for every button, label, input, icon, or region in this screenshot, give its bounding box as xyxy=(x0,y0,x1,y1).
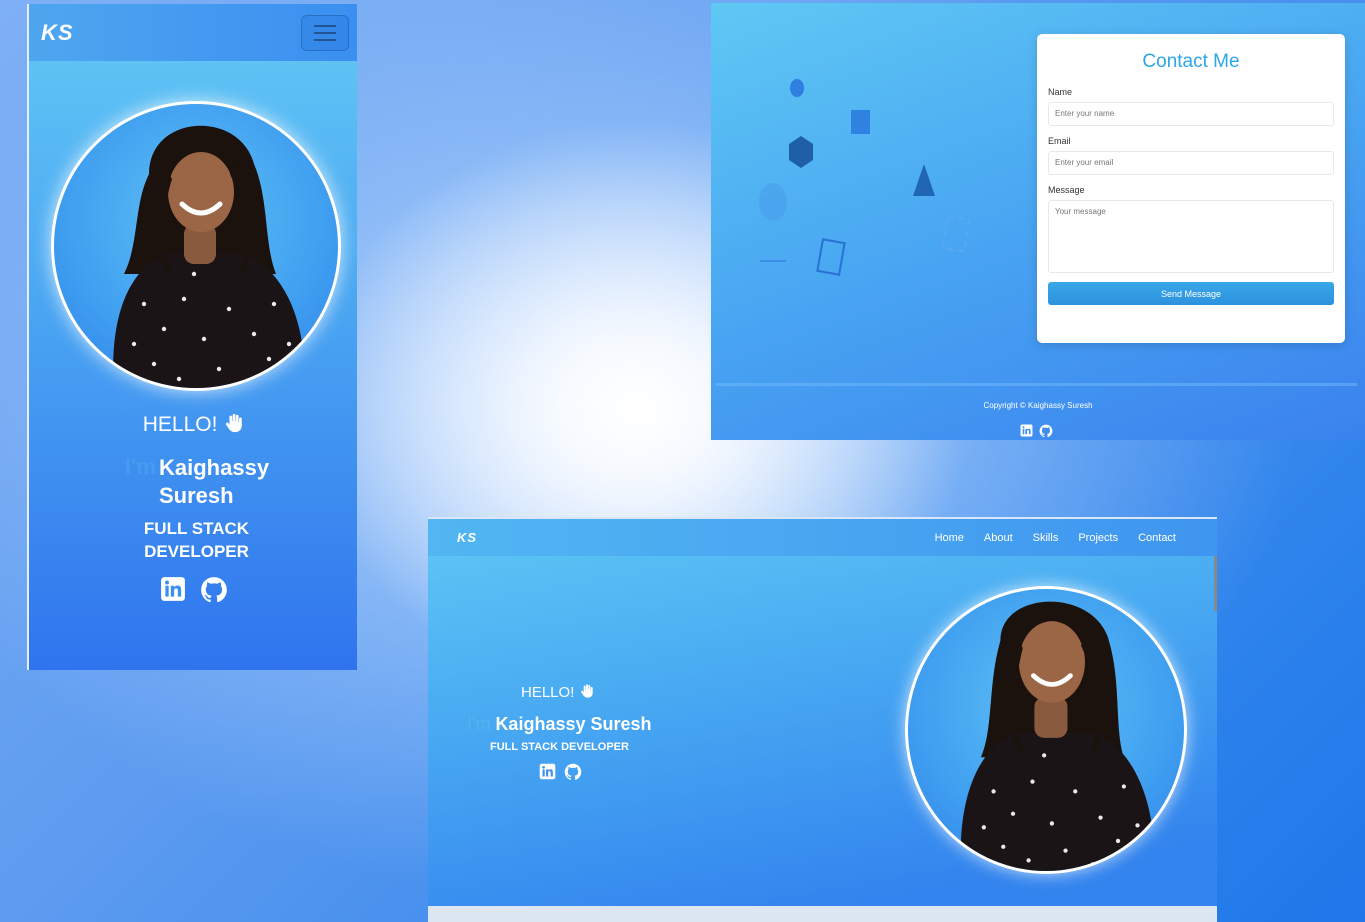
desktop-profile-photo xyxy=(905,586,1187,874)
footer-social-links xyxy=(1020,424,1053,438)
shape-outline-square xyxy=(816,238,846,276)
mobile-navbar: KS xyxy=(29,4,357,61)
desktop-role: FULL STACK DEVELOPER xyxy=(490,741,629,753)
mobile-profile-photo xyxy=(51,101,341,391)
contact-section-preview: Contact Me Name Enter your name Email En… xyxy=(711,3,1365,440)
name-field[interactable]: Enter your name xyxy=(1048,102,1334,126)
mobile-logo[interactable]: KS xyxy=(41,20,74,46)
message-field[interactable]: Your message xyxy=(1048,200,1334,273)
scrollbar[interactable] xyxy=(1214,556,1217,611)
nav-home[interactable]: Home xyxy=(935,532,964,544)
desktop-hello-heading: HELLO! xyxy=(521,683,595,701)
desktop-nav-menu: Home About Skills Projects Contact xyxy=(935,532,1176,544)
mobile-im-text: I'm xyxy=(125,454,156,479)
shape-triangle xyxy=(913,164,935,196)
nav-about[interactable]: About xyxy=(984,532,1013,544)
wave-hand-icon xyxy=(226,413,243,433)
mobile-preview: KS HELLO! I'm Kaighassy Suresh FULL STAC… xyxy=(27,4,357,670)
menu-icon[interactable] xyxy=(301,14,349,51)
shape-hexagon xyxy=(789,136,813,168)
person-illustration xyxy=(113,125,305,388)
linkedin-icon[interactable] xyxy=(539,763,556,780)
shape-ellipse xyxy=(790,79,804,97)
github-icon[interactable] xyxy=(564,763,582,781)
message-label: Message xyxy=(1048,185,1085,195)
nav-skills[interactable]: Skills xyxy=(1033,532,1059,544)
footer-divider xyxy=(716,383,1357,386)
nav-contact[interactable]: Contact xyxy=(1138,532,1176,544)
copyright-text: Copyright © Kaighassy Suresh xyxy=(983,401,1093,410)
desktop-logo[interactable]: KS xyxy=(457,530,477,545)
send-message-button[interactable]: Send Message xyxy=(1048,282,1334,305)
desktop-preview: KS Home About Skills Projects Contact HE… xyxy=(428,517,1217,922)
mobile-social-links xyxy=(160,576,228,604)
shape-dashed-square xyxy=(941,215,971,253)
linkedin-icon[interactable] xyxy=(1020,424,1033,437)
mobile-name: Kaighassy Suresh xyxy=(159,455,270,508)
email-field[interactable]: Enter your email xyxy=(1048,151,1334,175)
desktop-name: I'm Kaighassy Suresh xyxy=(467,714,652,734)
desktop-navbar: KS Home About Skills Projects Contact xyxy=(428,519,1217,556)
mobile-hello-heading: HELLO! xyxy=(29,412,357,437)
wave-hand-icon xyxy=(580,684,593,698)
nav-projects[interactable]: Projects xyxy=(1078,532,1118,544)
shape-square xyxy=(851,110,870,134)
next-section-edge xyxy=(428,906,1217,922)
contact-title: Contact Me xyxy=(1142,51,1240,72)
shape-line xyxy=(760,260,786,262)
github-icon[interactable] xyxy=(200,576,228,604)
linkedin-icon[interactable] xyxy=(160,576,186,602)
person-illustration xyxy=(960,601,1154,871)
github-icon[interactable] xyxy=(1039,424,1053,438)
contact-form-card: Contact Me Name Enter your name Email En… xyxy=(1037,34,1345,343)
desktop-social-links xyxy=(539,763,582,781)
email-label: Email xyxy=(1048,136,1071,146)
mobile-role: FULL STACK DEVELOPER xyxy=(143,519,250,561)
shape-oval xyxy=(759,183,787,221)
name-label: Name xyxy=(1048,87,1073,97)
